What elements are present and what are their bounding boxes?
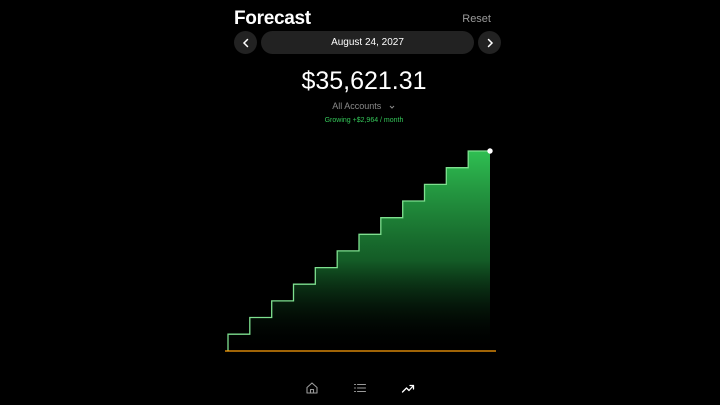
account-filter-label: All Accounts bbox=[332, 101, 382, 111]
end-point-marker bbox=[487, 148, 493, 154]
previous-date-button[interactable] bbox=[234, 31, 257, 54]
trend-up-icon bbox=[401, 384, 415, 393]
chevron-left-icon bbox=[242, 38, 248, 47]
tab-forecast[interactable] bbox=[398, 378, 418, 398]
forecast-amount: $35,621.31 bbox=[301, 67, 427, 95]
selected-date: August 24, 2027 bbox=[331, 37, 404, 48]
list-icon bbox=[353, 383, 367, 393]
chevron-down-icon bbox=[389, 105, 395, 109]
account-filter[interactable]: All Accounts bbox=[225, 101, 503, 111]
tab-home[interactable] bbox=[302, 378, 322, 398]
chevron-right-icon bbox=[487, 38, 493, 47]
reset-button[interactable]: Reset bbox=[462, 13, 491, 25]
page-title: Forecast bbox=[234, 8, 311, 29]
home-icon bbox=[306, 382, 318, 394]
tab-bar bbox=[225, 378, 503, 398]
tab-list[interactable] bbox=[350, 378, 370, 398]
next-date-button[interactable] bbox=[478, 31, 501, 54]
growth-rate: Growing +$2,964 / month bbox=[324, 117, 404, 124]
forecast-chart bbox=[225, 148, 496, 352]
date-selector[interactable]: August 24, 2027 bbox=[261, 31, 474, 54]
forecast-screen: Forecast Reset August 24, 2027 $35,621.3… bbox=[225, 0, 503, 405]
